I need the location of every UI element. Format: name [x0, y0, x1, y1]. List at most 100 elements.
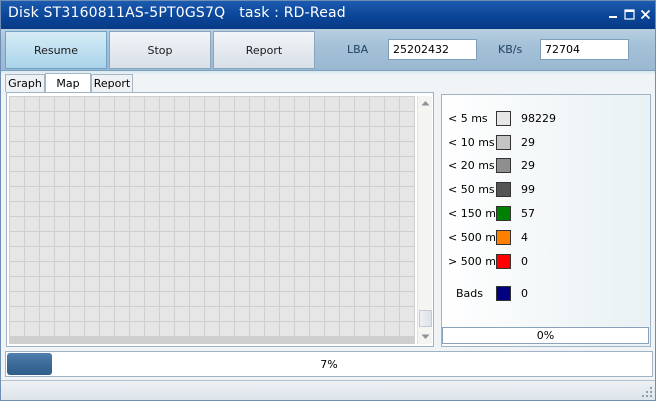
map-scrollbar[interactable] [417, 96, 432, 344]
map-block [265, 277, 279, 291]
maximize-button[interactable] [622, 7, 636, 21]
tab-graph[interactable]: Graph [5, 74, 45, 92]
map-block [70, 142, 84, 156]
minimize-button[interactable] [606, 7, 620, 21]
map-block [280, 307, 294, 321]
map-block [280, 322, 294, 336]
stop-button[interactable]: Stop [109, 31, 211, 69]
map-block [160, 307, 174, 321]
map-block [10, 187, 24, 201]
map-block [370, 97, 384, 111]
legend-count: 4 [521, 231, 528, 244]
scroll-thumb[interactable] [419, 310, 432, 327]
map-block [400, 262, 414, 276]
map-block [310, 142, 324, 156]
legend-row-150ms: < 150 ms 57 [442, 206, 642, 222]
map-block [70, 277, 84, 291]
map-block [370, 307, 384, 321]
map-block [55, 322, 69, 336]
map-block [160, 187, 174, 201]
map-block [160, 262, 174, 276]
map-block [280, 217, 294, 231]
map-block [265, 247, 279, 261]
map-block [175, 202, 189, 216]
map-block [40, 292, 54, 306]
map-block [385, 262, 399, 276]
map-block [160, 172, 174, 186]
map-block [235, 172, 249, 186]
map-block [25, 322, 39, 336]
map-block [400, 157, 414, 171]
map-block [10, 322, 24, 336]
kbs-field[interactable] [540, 39, 629, 60]
map-block [235, 187, 249, 201]
lba-field[interactable] [388, 39, 477, 60]
resume-button[interactable]: Resume [5, 31, 107, 69]
lba-label: LBA [347, 43, 369, 56]
map-block [175, 262, 189, 276]
map-block [25, 292, 39, 306]
map-block [10, 307, 24, 321]
map-block [205, 127, 219, 141]
map-block [295, 277, 309, 291]
map-block [340, 97, 354, 111]
map-block [250, 307, 264, 321]
resize-grip-icon[interactable] [642, 387, 652, 397]
map-block [40, 262, 54, 276]
map-block [85, 142, 99, 156]
map-block [235, 232, 249, 246]
map-block [190, 247, 204, 261]
map-block [85, 322, 99, 336]
map-block [385, 277, 399, 291]
map-block [280, 247, 294, 261]
legend-label: Bads [456, 287, 484, 300]
map-block [115, 112, 129, 126]
map-block [250, 217, 264, 231]
map-block [220, 262, 234, 276]
map-block [370, 262, 384, 276]
legend-count: 99 [521, 183, 535, 196]
legend-swatch [496, 206, 511, 221]
map-block [70, 157, 84, 171]
map-block [295, 127, 309, 141]
map-block [280, 277, 294, 291]
map-block [385, 172, 399, 186]
tab-map[interactable]: Map [45, 73, 91, 92]
map-block [175, 307, 189, 321]
map-block [130, 232, 144, 246]
close-button[interactable] [638, 7, 652, 21]
map-block [145, 97, 159, 111]
map-block [325, 322, 339, 336]
map-block [115, 247, 129, 261]
map-block [115, 217, 129, 231]
map-block [235, 112, 249, 126]
map-block [145, 127, 159, 141]
map-block [280, 187, 294, 201]
scroll-up-button[interactable] [418, 96, 433, 110]
map-block [25, 232, 39, 246]
map-block [325, 217, 339, 231]
map-block [370, 157, 384, 171]
map-block [85, 202, 99, 216]
map-block [310, 187, 324, 201]
map-block [220, 322, 234, 336]
map-block [130, 307, 144, 321]
map-block [400, 127, 414, 141]
map-block [205, 247, 219, 261]
map-block [25, 217, 39, 231]
map-block [295, 172, 309, 186]
title-bar[interactable]: Disk ST3160811AS-5PT0GS7Q task : RD-Read [1, 1, 655, 29]
map-block [220, 127, 234, 141]
scroll-down-button[interactable] [418, 330, 433, 344]
legend-row-bads: Bads 0 [442, 286, 642, 302]
report-button[interactable]: Report [213, 31, 315, 69]
map-block [205, 172, 219, 186]
legend-row-5ms: < 5 ms 98229 [442, 111, 642, 127]
legend-swatch [496, 135, 511, 150]
map-block [370, 277, 384, 291]
tab-report[interactable]: Report [91, 74, 133, 92]
map-block [295, 97, 309, 111]
map-block [325, 97, 339, 111]
map-block [325, 187, 339, 201]
map-block [100, 187, 114, 201]
